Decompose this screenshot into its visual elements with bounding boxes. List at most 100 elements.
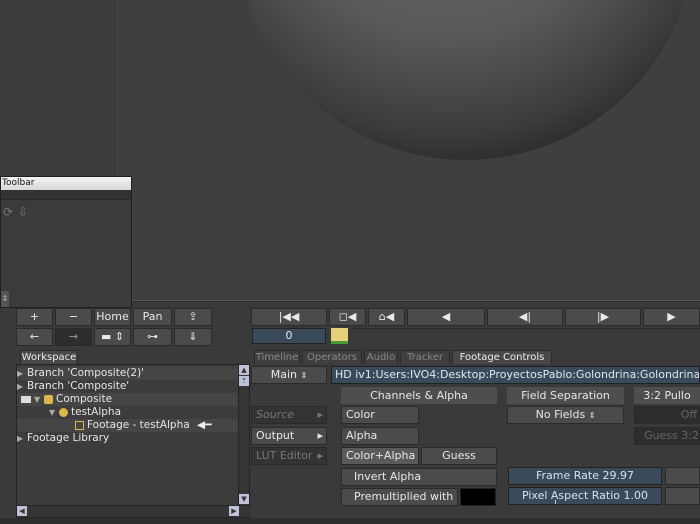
view-mode-icon: ▬ ⇕ bbox=[100, 330, 125, 343]
viewer-canvas[interactable] bbox=[116, 0, 700, 258]
monitor-icon[interactable] bbox=[21, 395, 31, 403]
field-separation-header: Field Separation bbox=[507, 387, 624, 404]
chevron-right-icon: ▸ bbox=[317, 408, 323, 421]
guess-button[interactable]: Guess bbox=[421, 447, 497, 465]
zoom-in-button[interactable]: + bbox=[16, 308, 53, 326]
footage-path-field[interactable]: HD iv1:Users:IVO4:Desktop:ProyectosPablo… bbox=[331, 366, 700, 384]
toolbar-strip bbox=[1, 190, 131, 200]
stepper-icon: ⇕ bbox=[588, 411, 596, 420]
frame-rate-field[interactable]: Frame Rate 29.97 bbox=[508, 467, 662, 485]
chevron-right-icon: ▸ bbox=[317, 449, 323, 462]
view-mode-select[interactable]: ▬ ⇕ bbox=[94, 328, 131, 346]
play-forward-button[interactable]: ▶ bbox=[643, 308, 700, 326]
home-frame-icon: ⌂◀ bbox=[378, 310, 395, 323]
slider-tick bbox=[555, 500, 556, 504]
channels-header: Channels & Alpha bbox=[341, 387, 497, 404]
tab-timeline[interactable]: Timeline bbox=[254, 350, 300, 364]
tree-item-footage-library[interactable]: ▶ Footage Library bbox=[17, 432, 239, 445]
timeline-track[interactable] bbox=[350, 328, 700, 344]
lut-editor-button[interactable]: LUT Editor ▸ bbox=[251, 447, 327, 465]
step-forward-icon: |▶ bbox=[596, 310, 610, 323]
stepper-icon: ⇕ bbox=[300, 371, 308, 380]
home-frame-button[interactable]: ⌂◀ bbox=[368, 308, 405, 326]
arrow-left-icon: ◀━ bbox=[197, 419, 212, 431]
upload-icon: ⇪ bbox=[188, 310, 198, 323]
invert-alpha-toggle[interactable]: Invert Alpha bbox=[341, 468, 497, 486]
workspace-tree: ▶ Branch 'Composite(2)' ▶ Branch 'Composit… bbox=[16, 364, 251, 518]
toolbar-icons: ⟳ ⇩ bbox=[1, 205, 41, 223]
zoom-out-button[interactable]: − bbox=[55, 308, 92, 326]
download-icon[interactable]: ⇩ bbox=[16, 205, 30, 221]
expand-icon[interactable]: ▶ bbox=[17, 380, 27, 393]
viewer-footer bbox=[116, 258, 700, 300]
pixel-aspect-field[interactable]: Pixel Aspect Ratio 1.00 bbox=[508, 487, 662, 505]
scroll-down-icon[interactable]: ▼ bbox=[239, 494, 249, 504]
footage-icon bbox=[75, 420, 84, 430]
step-backward-button[interactable]: ◀| bbox=[487, 308, 563, 326]
alpha-button[interactable]: Alpha bbox=[341, 427, 419, 445]
layer-icon bbox=[59, 407, 68, 417]
tab-audio[interactable]: Audio bbox=[364, 350, 398, 364]
tab-workspace[interactable]: Workspace bbox=[20, 350, 78, 364]
field-separation-select[interactable]: No Fields ⇕ bbox=[507, 406, 624, 424]
home-button[interactable]: Home bbox=[94, 308, 131, 326]
rendered-sphere bbox=[236, 0, 696, 160]
tree-item-composite[interactable]: ▼ Composite bbox=[17, 393, 239, 406]
horizontal-scrollbar[interactable]: ◀ ▶ bbox=[17, 505, 251, 517]
pulldown-off-button[interactable]: Off bbox=[634, 406, 700, 424]
color-alpha-button[interactable]: Color+Alpha bbox=[341, 447, 419, 465]
pan-button[interactable]: Pan bbox=[133, 308, 172, 326]
main-select[interactable]: Main ⇕ bbox=[251, 366, 327, 384]
scroll-right-icon[interactable]: ▶ bbox=[229, 506, 239, 516]
toolbar-stepper[interactable]: ⇕ bbox=[1, 291, 9, 307]
tree-item-footage-testalpha[interactable]: Footage - testAlpha ◀━ bbox=[17, 419, 239, 432]
expand-icon[interactable]: ▶ bbox=[17, 367, 27, 380]
frame-rate-extra[interactable] bbox=[665, 467, 700, 485]
collapse-icon[interactable]: ▼ bbox=[49, 406, 59, 419]
import-button[interactable]: ⇓ bbox=[174, 328, 212, 346]
tab-operators[interactable]: Operators bbox=[302, 350, 362, 364]
current-frame-field[interactable]: 0 bbox=[252, 328, 326, 344]
frame-marker[interactable] bbox=[331, 328, 348, 344]
tab-footage-controls[interactable]: Footage Controls bbox=[452, 350, 552, 364]
skip-start-icon: |◀◀ bbox=[278, 310, 300, 323]
set-in-button[interactable]: ◻◀ bbox=[329, 308, 366, 326]
pixel-aspect-extra[interactable] bbox=[665, 487, 700, 505]
scroll-up-icon[interactable]: ▲ bbox=[239, 365, 249, 375]
premultiplied-toggle[interactable]: Premultiplied with bbox=[341, 488, 458, 506]
link-button[interactable]: ⊶ bbox=[133, 328, 172, 346]
tree-item-testalpha[interactable]: ▼ testAlpha bbox=[17, 406, 239, 419]
source-button[interactable]: Source ▸ bbox=[251, 406, 327, 424]
in-point-icon: ◻◀ bbox=[338, 310, 357, 323]
collapse-icon[interactable]: ▼ bbox=[34, 393, 44, 406]
pulldown-guess-button[interactable]: Guess 3:2 bbox=[634, 427, 700, 445]
expand-icon[interactable]: ▶ bbox=[17, 432, 27, 445]
status-bar bbox=[0, 518, 700, 524]
pulldown-header: 3:2 Pullo bbox=[634, 387, 700, 404]
toolbar-window: Toolbar ⟳ ⇩ ⇕ bbox=[0, 176, 132, 308]
chevron-right-icon: ▸ bbox=[317, 429, 323, 442]
import-icon: ⇓ bbox=[188, 330, 198, 343]
tree-item-branch-composite[interactable]: ▶ Branch 'Composite' bbox=[17, 380, 239, 393]
step-forward-button[interactable]: |▶ bbox=[565, 308, 641, 326]
output-button[interactable]: Output ▸ bbox=[251, 427, 327, 445]
upload-button[interactable]: ⇪ bbox=[174, 308, 212, 326]
toolbar-title[interactable]: Toolbar bbox=[1, 177, 131, 190]
tree-item-branch-composite-2[interactable]: ▶ Branch 'Composite(2)' bbox=[17, 367, 239, 380]
play-forward-icon: ▶ bbox=[667, 310, 676, 323]
rotate-icon[interactable]: ⟳ bbox=[1, 205, 15, 221]
step-backward-icon: ◀| bbox=[518, 310, 532, 323]
color-button[interactable]: Color bbox=[341, 406, 419, 424]
composite-icon bbox=[44, 394, 53, 404]
forward-button[interactable]: → bbox=[55, 328, 92, 346]
back-button[interactable]: ← bbox=[16, 328, 53, 346]
play-backward-icon: ◀ bbox=[441, 310, 451, 323]
play-backward-button[interactable]: ◀ bbox=[407, 308, 485, 326]
link-icon: ⊶ bbox=[147, 330, 158, 343]
vertical-scrollbar[interactable]: ▲ ⇡ ▼ bbox=[238, 365, 249, 505]
go-to-start-button[interactable]: |◀◀ bbox=[251, 308, 327, 326]
tab-tracker[interactable]: Tracker bbox=[400, 350, 450, 364]
scroll-top-icon[interactable]: ⇡ bbox=[239, 376, 249, 386]
scroll-left-icon[interactable]: ◀ bbox=[17, 506, 27, 516]
premultiply-color-swatch[interactable] bbox=[460, 488, 496, 506]
